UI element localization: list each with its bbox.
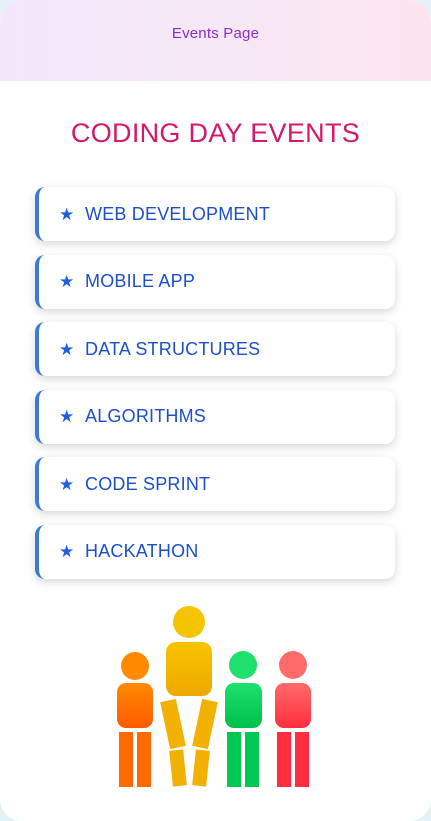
event-item-mobile-app[interactable]: ★ MOBILE APP [35, 254, 395, 309]
star-icon: ★ [59, 407, 75, 426]
star-icon: ★ [59, 272, 75, 291]
person-red-figure [275, 651, 311, 787]
event-item-web-development[interactable]: ★ WEB DEVELOPMENT [35, 187, 395, 241]
event-item-algorithms[interactable]: ★ ALGORITHMS [35, 389, 395, 444]
person-orange-figure [117, 652, 153, 787]
event-item-data-structures[interactable]: ★ DATA STRUCTURES [35, 322, 395, 376]
header-bar: Events Page [0, 0, 431, 81]
event-label: DATA STRUCTURES [85, 338, 261, 359]
star-icon: ★ [59, 542, 75, 561]
header-title: Events Page [171, 25, 260, 42]
people-illustration [117, 606, 311, 787]
event-label: WEB DEVELOPMENT [85, 203, 271, 224]
event-item-hackathon[interactable]: ★ HACKATHON [35, 524, 395, 579]
page-title: CODING DAY EVENTS [70, 118, 361, 148]
event-list: ★ WEB DEVELOPMENT ★ MOBILE APP ★ DATA ST… [35, 187, 395, 592]
person-green-figure [225, 651, 262, 787]
star-icon: ★ [59, 339, 75, 359]
star-icon: ★ [59, 474, 75, 494]
star-icon: ★ [59, 204, 75, 224]
event-item-code-sprint[interactable]: ★ CODE SPRINT [35, 457, 395, 511]
person-yellow-figure [160, 606, 218, 787]
events-screen: Events Page CODING DAY EVENTS ★ WEB DEVE… [0, 0, 431, 821]
event-label: ALGORITHMS [85, 406, 207, 426]
event-label: CODE SPRINT [85, 473, 211, 494]
event-label: HACKATHON [85, 541, 199, 561]
event-label: MOBILE APP [85, 271, 196, 291]
